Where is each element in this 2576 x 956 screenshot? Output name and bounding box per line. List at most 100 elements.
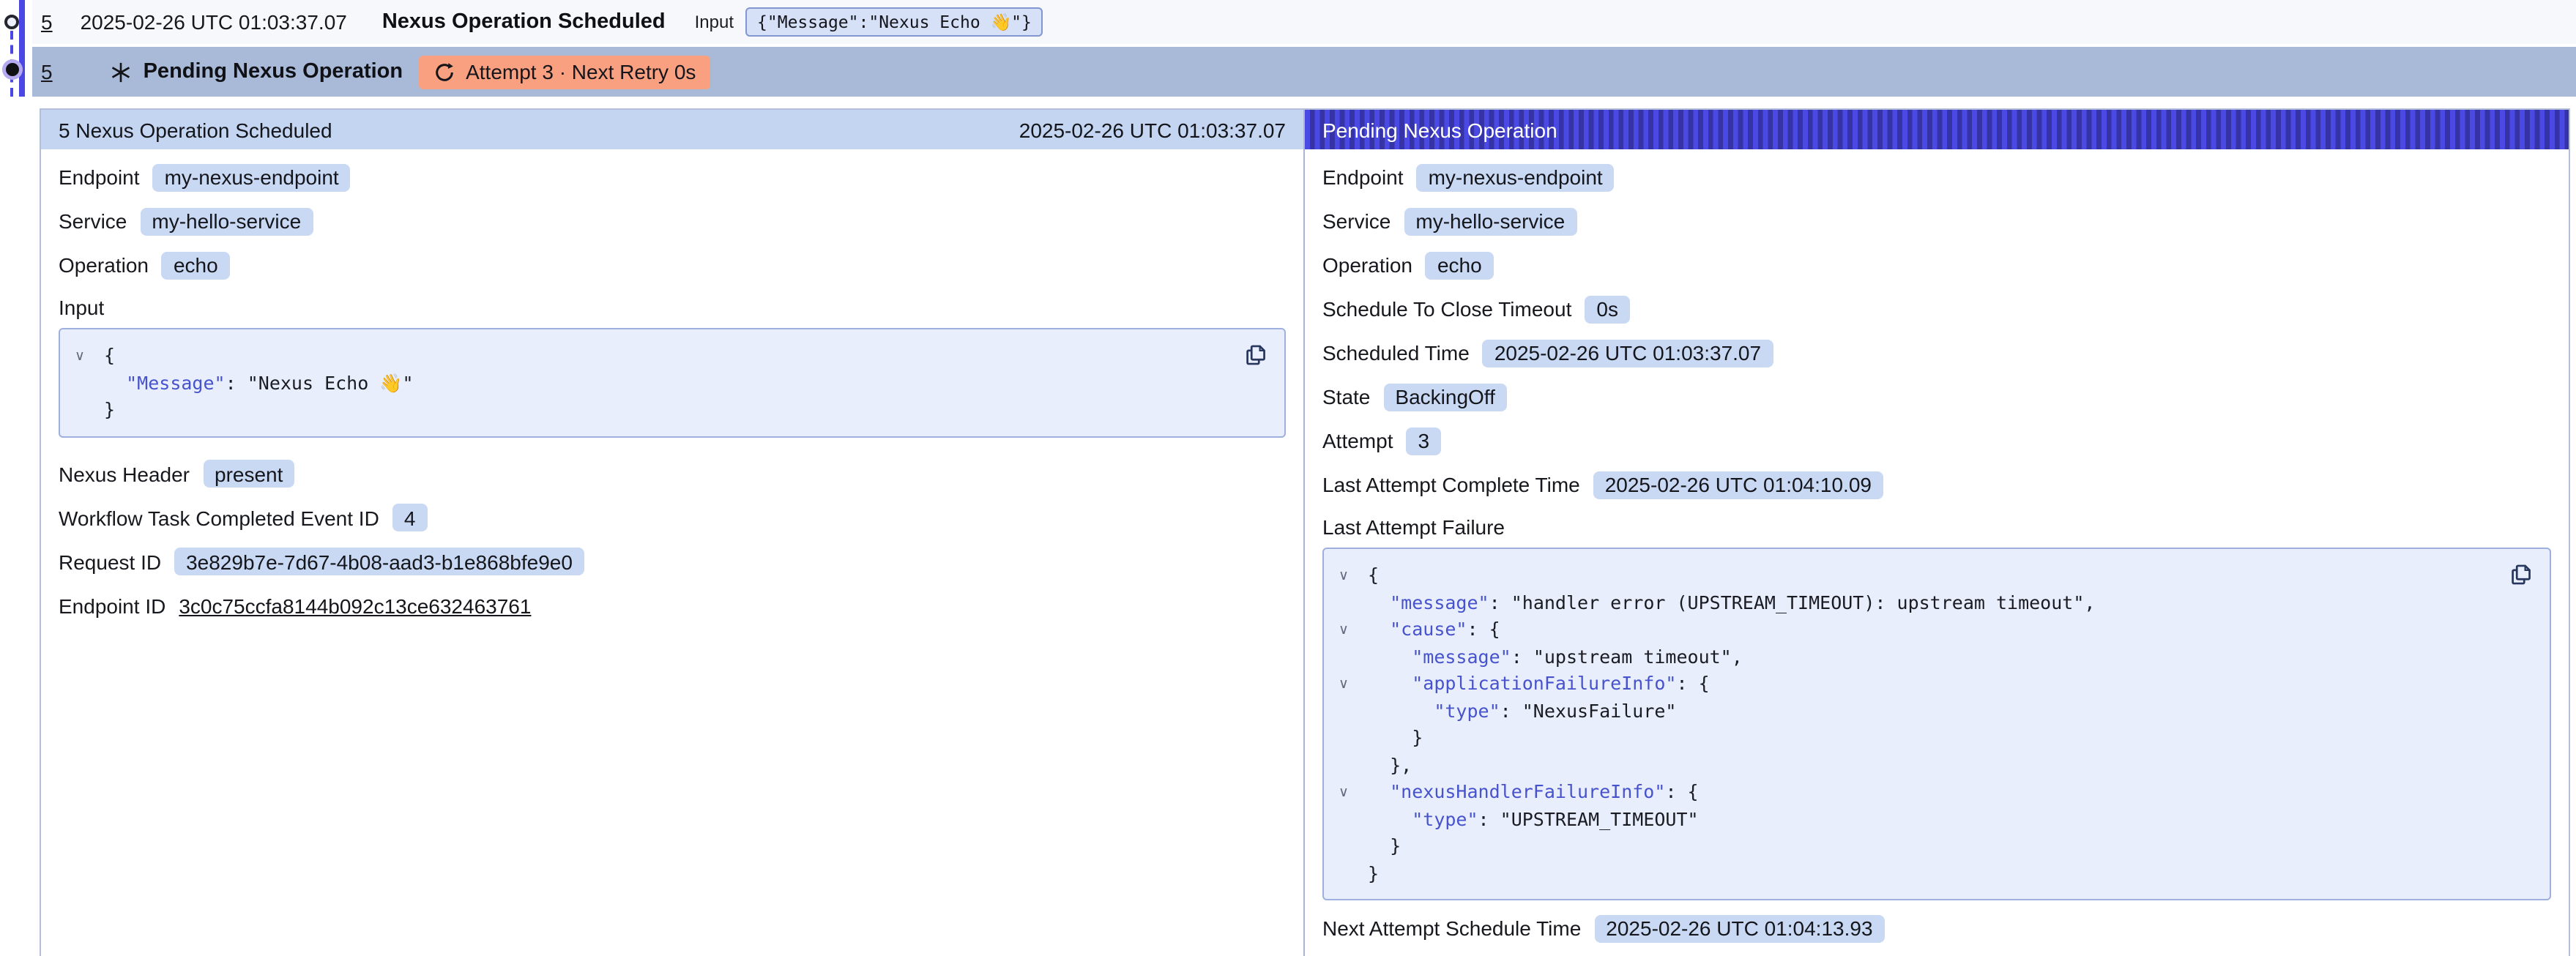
json-text: "upstream timeout"	[1533, 645, 1732, 667]
collapse-chevron-icon[interactable]: ∨	[1339, 618, 1349, 645]
field-label: Schedule To Close Timeout	[1322, 297, 1571, 321]
json-text	[1368, 591, 1390, 613]
field-label: Service	[1322, 209, 1391, 233]
json-text: :	[1478, 807, 1500, 829]
field-value-badge: 3	[1407, 427, 1442, 455]
field-row-operation: Operation echo	[59, 249, 1286, 281]
json-text	[104, 371, 126, 393]
field-value-badge: 2025-02-26 UTC 01:04:13.93	[1594, 914, 1884, 942]
timeline-node-current-icon	[5, 63, 18, 76]
event-row-nexus-operation-scheduled[interactable]: 5 2025-02-26 UTC 01:03:37.07 Nexus Opera…	[32, 0, 2576, 44]
copy-icon[interactable]	[1243, 343, 1268, 367]
json-text: "handler error (UPSTREAM_TIMEOUT): upstr…	[1511, 591, 2085, 613]
code-line: ∨ "cause": {	[1324, 616, 2491, 643]
json-text: }	[1368, 862, 1379, 884]
code-line: "type": "NexusFailure"	[1324, 698, 2491, 725]
field-row-operation: Operation echo	[1322, 249, 2551, 281]
event-timestamp: 2025-02-26 UTC 01:03:37.07	[81, 10, 347, 34]
field-row-service: Servicemy-hello-service	[59, 205, 1286, 237]
input-json-viewer: ∨{ "Message": "Nexus Echo 👋"}	[59, 328, 1286, 437]
field-row-endpoint: Endpointmy-nexus-endpoint	[59, 161, 1286, 193]
timeline-active-indicator	[19, 0, 24, 97]
field-value-badge: BackingOff	[1383, 383, 1506, 411]
field-row-endpoint: Endpointmy-nexus-endpoint	[1322, 161, 2551, 193]
json-key: "nexusHandlerFailureInfo"	[1390, 780, 1665, 802]
collapse-chevron-icon[interactable]: ∨	[1339, 564, 1349, 591]
failure-section-label: Last Attempt Failure	[1322, 515, 2551, 539]
json-text: {	[104, 344, 115, 366]
panel-header-time: 2025-02-26 UTC 01:03:37.07	[1019, 118, 1286, 141]
retry-badge-text: Attempt 3 · Next Retry 0s	[466, 60, 696, 83]
field-label: Service	[59, 209, 127, 233]
json-text: ,	[2084, 591, 2095, 613]
field-value-badge: my-nexus-endpoint	[1417, 163, 1615, 191]
field-value-badge: echo	[1426, 251, 1494, 279]
failure-json-viewer: ∨{ "message": "handler error (UPSTREAM_T…	[1322, 548, 2551, 900]
field-value-badge: present	[203, 460, 294, 488]
code-line: }	[1324, 725, 2491, 752]
json-text: "Nexus Echo 👋"	[247, 371, 414, 393]
field-row-next-attempt-schedule-time: Next Attempt Schedule Time 2025-02-26 UTC…	[1322, 912, 2551, 944]
input-preview-badge: {"Message":"Nexus Echo 👋"}	[745, 7, 1043, 37]
json-text: :	[1511, 645, 1533, 667]
json-text: :	[226, 371, 247, 393]
copy-icon[interactable]	[2509, 562, 2534, 587]
event-id-link[interactable]: 5	[41, 10, 53, 34]
field-label: Next Attempt Schedule Time	[1322, 916, 1581, 940]
field-row-state: State BackingOff	[1322, 381, 2551, 413]
json-text: "NexusFailure"	[1522, 699, 1677, 721]
code-line: }	[60, 397, 1226, 424]
json-text	[1368, 645, 1412, 667]
code-line: ∨ "applicationFailureInfo": {	[1324, 671, 2491, 698]
code-line: }	[1324, 860, 2491, 887]
json-text	[1368, 672, 1412, 694]
field-value-link[interactable]: 3c0c75ccfa8144b092c13ce632463761	[179, 594, 531, 617]
code-line: "message": "handler error (UPSTREAM_TIME…	[1324, 589, 2491, 616]
json-text	[1368, 618, 1390, 640]
pending-operation-detail-panel: Pending Nexus Operation Endpointmy-nexus…	[1305, 110, 2569, 956]
field-label: Nexus Header	[59, 462, 190, 485]
field-row-last-attempt-complete-time: Last Attempt Complete Time2025-02-26 UTC…	[1322, 468, 2551, 501]
input-label: Input	[695, 12, 734, 32]
collapse-chevron-icon[interactable]: ∨	[1339, 672, 1349, 699]
scheduled-panel-header: 5 Nexus Operation Scheduled 2025-02-26 U…	[41, 110, 1303, 149]
json-text	[1368, 807, 1412, 829]
field-value-badge: my-hello-service	[1404, 207, 1577, 235]
panel-header-title: 5 Nexus Operation Scheduled	[59, 118, 332, 141]
field-label: Operation	[1322, 253, 1412, 277]
temporal-event-history-view: 5 2025-02-26 UTC 01:03:37.07 Nexus Opera…	[0, 0, 2576, 956]
field-row-request-id: Request ID 3e829b7e-7d67-4b08-aad3-b1e868…	[59, 545, 1286, 578]
collapse-chevron-icon[interactable]: ∨	[75, 344, 85, 371]
field-label: Operation	[59, 253, 149, 277]
code-line: "Message": "Nexus Echo 👋"	[60, 370, 1226, 397]
field-row-service: Service my-hello-service	[1322, 205, 2551, 237]
field-row-schedule-to-close-timeout: Schedule To Close Timeout0s	[1322, 293, 2551, 325]
field-value-badge: 3e829b7e-7d67-4b08-aad3-b1e868bfe9e0	[174, 548, 584, 575]
event-row-pending-nexus-operation[interactable]: 5 Pending Nexus Operation Attempt 3 · Ne…	[32, 47, 2576, 97]
json-text: {	[1368, 564, 1379, 586]
field-value-badge: 4	[392, 504, 428, 531]
input-section-label: Input	[59, 296, 1286, 319]
json-text: : {	[1467, 618, 1500, 640]
event-id-link[interactable]: 5	[41, 60, 53, 83]
field-label: Request ID	[59, 550, 161, 573]
code-line: }	[1324, 833, 2491, 860]
nexus-operation-icon	[110, 61, 132, 83]
code-line: },	[1324, 752, 2491, 779]
collapse-chevron-icon[interactable]: ∨	[1339, 780, 1349, 807]
retry-icon	[433, 61, 455, 83]
event-detail-panels: 5 Nexus Operation Scheduled 2025-02-26 U…	[40, 108, 2570, 956]
field-label: Endpoint	[59, 165, 140, 189]
json-key: "message"	[1412, 645, 1511, 667]
json-key: "cause"	[1390, 618, 1467, 640]
json-text: }	[1368, 726, 1423, 748]
field-label: State	[1322, 385, 1370, 408]
field-value-badge: 2025-02-26 UTC 01:03:37.07	[1483, 339, 1773, 367]
pending-panel-header: Pending Nexus Operation	[1305, 110, 2569, 149]
field-value-badge: echo	[162, 251, 230, 279]
json-key: "applicationFailureInfo"	[1412, 672, 1676, 694]
json-key: "type"	[1434, 699, 1500, 721]
field-value-badge: 2025-02-26 UTC 01:04:10.09	[1593, 471, 1883, 498]
code-line: ∨{	[1324, 562, 2491, 589]
code-line: ∨{	[60, 343, 1226, 370]
